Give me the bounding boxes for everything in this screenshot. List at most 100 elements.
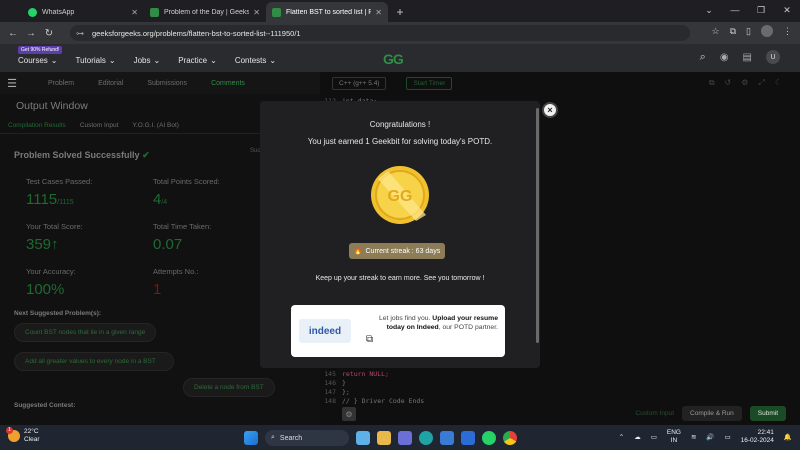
svg-text:GG: GG xyxy=(388,188,413,205)
external-link-icon[interactable]: ⧉ xyxy=(366,334,373,345)
gfg-logo[interactable]: GG xyxy=(383,51,404,67)
taskbar-search[interactable]: ⌕ Search xyxy=(265,430,349,446)
chevron-up-icon[interactable]: ⌃ xyxy=(619,433,624,441)
nav-tutorials[interactable]: Tutorials ⌄ xyxy=(76,56,116,65)
search-icon[interactable]: ⌕ xyxy=(700,51,706,64)
submit-button[interactable]: Submit xyxy=(749,405,786,421)
cloud-icon[interactable]: ☁ xyxy=(634,433,641,441)
url-field[interactable]: ⊶ geeksforgeeks.org/problems/flatten-bst… xyxy=(70,25,690,41)
notification-badge: 1 xyxy=(6,427,13,434)
sidebar-icon[interactable]: ▯ xyxy=(746,26,751,37)
close-window-button[interactable]: ✕ xyxy=(774,0,800,20)
tab-submissions[interactable]: Submissions xyxy=(147,80,187,87)
status-text: Problem Solved Successfully xyxy=(14,150,140,160)
tab-editorial[interactable]: Editorial xyxy=(98,80,123,87)
reset-icon[interactable]: ↺ xyxy=(725,78,732,88)
bookmark-star-icon[interactable]: ☆ xyxy=(712,26,720,37)
fullscreen-icon[interactable]: ⤢ xyxy=(758,78,764,88)
store-icon[interactable] xyxy=(440,431,454,445)
close-modal-button[interactable]: × xyxy=(542,102,558,118)
stat-total-score: Your Total Score: 359↑ xyxy=(26,222,153,253)
line-number: 147 xyxy=(324,388,336,396)
site-info-icon[interactable]: ⊶ xyxy=(76,29,86,38)
minimize-button[interactable]: — xyxy=(722,0,748,20)
battery-icon[interactable]: ▭ xyxy=(725,433,731,441)
stat-number: 0.07 xyxy=(153,236,183,253)
close-tab-icon[interactable]: ✕ xyxy=(131,8,138,17)
reload-icon[interactable]: ↻ xyxy=(40,28,58,39)
browser-tab-strip: WhatsApp ✕ Problem of the Day | Geeksfor… xyxy=(0,0,800,22)
start-timer-button[interactable]: Start Timer xyxy=(406,76,453,90)
windows-start-icon[interactable] xyxy=(244,431,258,445)
profile-avatar[interactable] xyxy=(761,25,773,37)
tab-problem[interactable]: Problem xyxy=(48,80,74,87)
gallery-icon[interactable] xyxy=(356,431,370,445)
nav-courses[interactable]: Courses ⌄ xyxy=(18,56,58,65)
onedrive-icon[interactable]: ▭ xyxy=(651,433,657,441)
suggested-problem-chip[interactable]: Count BST nodes that lie in a given rang… xyxy=(14,323,157,342)
edge-icon[interactable] xyxy=(419,431,433,445)
language-select[interactable]: C++ (g++ 5.4) xyxy=(332,76,387,90)
file-explorer-icon[interactable] xyxy=(377,431,391,445)
refund-badge[interactable]: Get 90% Refund! xyxy=(18,46,63,54)
tab-comments[interactable]: Comments xyxy=(211,80,245,87)
tab-whatsapp[interactable]: WhatsApp ✕ xyxy=(22,2,144,22)
nav-practice[interactable]: Practice ⌄ xyxy=(178,56,217,65)
copy-icon[interactable]: ⧉ xyxy=(709,78,715,88)
editor-footer: ⚙ Custom Input Compile & Run Submit xyxy=(320,401,800,425)
language-indicator[interactable]: ENG IN xyxy=(667,429,681,445)
suggested-problem-chip[interactable]: Delete a node from BST xyxy=(183,378,275,397)
tab-problem-of-the-day[interactable]: Problem of the Day | GeeksforG ✕ xyxy=(144,2,266,22)
user-avatar[interactable]: U xyxy=(766,50,780,64)
address-bar-row: ← → ↻ ⊶ geeksforgeeks.org/problems/flatt… xyxy=(0,22,800,44)
stat-value: 359↑ xyxy=(26,236,153,253)
custom-input-button[interactable]: Custom Input xyxy=(635,410,674,417)
maximize-button[interactable]: ❐ xyxy=(748,0,774,20)
vscode-icon[interactable] xyxy=(461,431,475,445)
close-tab-icon[interactable]: ✕ xyxy=(375,8,382,17)
tab-yogi-bot[interactable]: Y.O.G.I. (AI Bot) xyxy=(132,122,178,129)
new-tab-button[interactable]: + xyxy=(392,2,408,22)
settings-icon[interactable]: ⚙ xyxy=(741,78,748,88)
settings-icon[interactable]: ⚙ xyxy=(342,407,356,421)
stat-label: Your Accuracy: xyxy=(26,267,76,276)
back-arrow-icon[interactable]: ← xyxy=(4,28,22,39)
ad-text-pre: Let jobs find you. xyxy=(379,315,433,322)
suggested-problem-chip[interactable]: Add all greater values to every node in … xyxy=(14,352,174,371)
whatsapp-icon[interactable] xyxy=(482,431,496,445)
indeed-ad-card[interactable]: indeed Let jobs find you. Upload your re… xyxy=(291,305,505,357)
dark-mode-icon[interactable]: ☾ xyxy=(775,78,782,88)
chevron-down-icon[interactable]: ⌄ xyxy=(696,0,722,20)
streak-badge: 🔥 Current streak : 63 days xyxy=(349,243,445,259)
forward-arrow-icon[interactable]: → xyxy=(22,28,40,39)
check-circle-icon: ✔ xyxy=(142,150,150,160)
extensions-icon[interactable]: ⧉ xyxy=(730,26,736,37)
nav-jobs[interactable]: Jobs ⌄ xyxy=(134,56,161,65)
stat-number: 1115 xyxy=(26,191,58,208)
modal-scrollbar[interactable] xyxy=(536,108,539,343)
date: 16-02-2024 xyxy=(740,437,774,444)
code-line: 147}; xyxy=(320,388,350,397)
teams-meet-icon[interactable] xyxy=(398,431,412,445)
notifications-icon[interactable]: ▤ xyxy=(743,52,752,63)
volume-icon[interactable]: 🔊 xyxy=(706,433,714,441)
hamburger-menu-icon[interactable]: ☰ xyxy=(0,77,24,90)
tab-custom-input[interactable]: Custom Input xyxy=(80,122,119,129)
tab-flatten-bst[interactable]: Flatten BST to sorted list | Pract ✕ xyxy=(266,2,388,22)
tab-compilation-results[interactable]: Compilation Results xyxy=(8,122,66,129)
stat-test-cases: Test Cases Passed: 1115/1115 xyxy=(26,177,153,208)
notification-bell-icon[interactable]: 🔔 xyxy=(784,433,792,441)
chrome-icon[interactable] xyxy=(503,431,517,445)
close-tab-icon[interactable]: ✕ xyxy=(253,8,260,17)
arrow-up-icon: ↑ xyxy=(51,236,59,253)
nav-label: Practice xyxy=(178,56,208,65)
suggested-contest-title: Suggested Contest: xyxy=(14,402,76,409)
nav-contests[interactable]: Contests ⌄ xyxy=(235,56,276,65)
clock[interactable]: 22:41 16-02-2024 xyxy=(741,429,774,445)
geekbits-icon[interactable]: ◉ xyxy=(720,52,729,63)
weather-widget[interactable]: 1 22°C Clear xyxy=(6,427,40,444)
compile-run-button[interactable]: Compile & Run xyxy=(682,405,742,421)
menu-kebab-icon[interactable]: ⋮ xyxy=(783,26,792,37)
wifi-icon[interactable]: ≋ xyxy=(691,433,696,441)
window-controls: ⌄ — ❐ ✕ xyxy=(696,0,800,20)
